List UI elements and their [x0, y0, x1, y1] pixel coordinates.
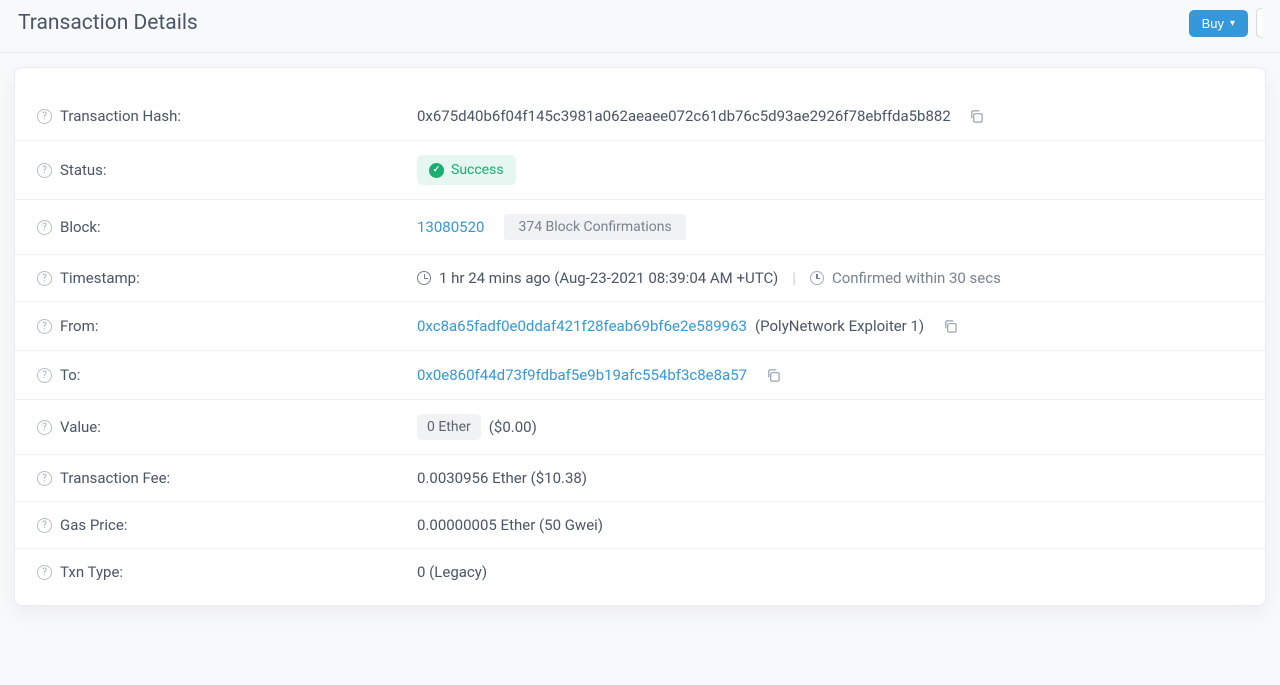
row-gas-price: ? Gas Price: 0.00000005 Ether (50 Gwei) [15, 502, 1265, 549]
row-timestamp: ? Timestamp: 1 hr 24 mins ago (Aug-23-20… [15, 255, 1265, 302]
clock-icon [810, 271, 824, 285]
help-icon[interactable]: ? [37, 319, 52, 334]
row-tx-fee: ? Transaction Fee: 0.0030956 Ether ($10.… [15, 455, 1265, 502]
row-status: ? Status: ✓ Success [15, 141, 1265, 200]
row-value: ? Value: 0 Ether ($0.00) [15, 400, 1265, 455]
from-address-link[interactable]: 0xc8a65fadf0e0ddaf421f28feab69bf6e2e5899… [417, 317, 747, 335]
label-tx-fee: Transaction Fee: [60, 469, 170, 487]
label-timestamp: Timestamp: [60, 269, 140, 287]
copy-icon[interactable] [967, 106, 987, 126]
value-usd: ($0.00) [489, 418, 537, 436]
help-icon[interactable]: ? [37, 565, 52, 580]
from-label: (PolyNetwork Exploiter 1) [755, 317, 924, 335]
value-tx-fee: 0.0030956 Ether ($10.38) [417, 469, 587, 487]
buy-button-label: Buy [1202, 16, 1224, 31]
row-from: ? From: 0xc8a65fadf0e0ddaf421f28feab69bf… [15, 302, 1265, 351]
block-confirmations-pill: 374 Block Confirmations [504, 214, 685, 240]
label-txn-type: Txn Type: [60, 563, 123, 581]
help-icon[interactable]: ? [37, 163, 52, 178]
clock-icon [417, 271, 431, 285]
copy-icon[interactable] [940, 316, 960, 336]
label-to: To: [60, 366, 80, 384]
label-from: From: [60, 317, 98, 335]
header-actions: Buy ▾ [1189, 8, 1262, 38]
status-badge: ✓ Success [417, 155, 516, 185]
row-txn-type: ? Txn Type: 0 (Legacy) [15, 549, 1265, 595]
timestamp-confirmed: Confirmed within 30 secs [832, 269, 1001, 287]
page-title: Transaction Details [18, 11, 198, 35]
help-icon[interactable]: ? [37, 518, 52, 533]
chevron-down-icon: ▾ [1230, 18, 1235, 29]
copy-icon[interactable] [763, 365, 783, 385]
label-value: Value: [60, 418, 101, 436]
transaction-card: ? Transaction Hash: 0x675d40b6f04f145c39… [14, 67, 1266, 606]
value-txn-type: 0 (Legacy) [417, 563, 487, 581]
row-tx-hash: ? Transaction Hash: 0x675d40b6f04f145c39… [15, 92, 1265, 141]
label-tx-hash: Transaction Hash: [60, 107, 181, 125]
status-text: Success [451, 162, 504, 178]
timestamp-text: 1 hr 24 mins ago (Aug-23-2021 08:39:04 A… [439, 269, 778, 287]
to-address-link[interactable]: 0x0e860f44d73f9fdbaf5e9b19afc554bf3c8e8a… [417, 366, 747, 384]
partial-button[interactable] [1256, 8, 1262, 38]
help-icon[interactable]: ? [37, 109, 52, 124]
help-icon[interactable]: ? [37, 271, 52, 286]
label-block: Block: [60, 218, 101, 236]
separator: | [792, 269, 796, 287]
row-to: ? To: 0x0e860f44d73f9fdbaf5e9b19afc554bf… [15, 351, 1265, 400]
help-icon[interactable]: ? [37, 368, 52, 383]
help-icon[interactable]: ? [37, 220, 52, 235]
buy-button[interactable]: Buy ▾ [1189, 10, 1248, 37]
page-header: Transaction Details Buy ▾ [0, 0, 1280, 53]
label-gas-price: Gas Price: [60, 516, 127, 534]
help-icon[interactable]: ? [37, 471, 52, 486]
row-block: ? Block: 13080520 374 Block Confirmation… [15, 200, 1265, 255]
help-icon[interactable]: ? [37, 420, 52, 435]
value-amount-pill: 0 Ether [417, 414, 481, 440]
label-status: Status: [60, 161, 107, 179]
block-number-link[interactable]: 13080520 [417, 218, 484, 236]
check-icon: ✓ [429, 163, 444, 178]
value-gas-price: 0.00000005 Ether (50 Gwei) [417, 516, 603, 534]
value-tx-hash: 0x675d40b6f04f145c3981a062aeaee072c61db7… [417, 107, 951, 125]
